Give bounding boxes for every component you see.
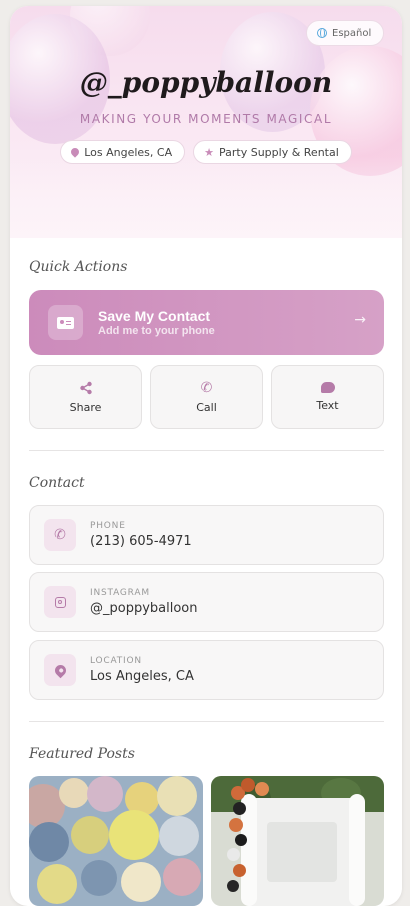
profile-tagline: MAKING YOUR MOMENTS MAGICAL bbox=[79, 112, 333, 126]
section-divider bbox=[29, 450, 384, 451]
phone-icon: ✆ bbox=[200, 379, 213, 396]
featured-post-thumbnail[interactable] bbox=[29, 776, 203, 906]
save-contact-icon-box bbox=[48, 305, 83, 340]
contact-phone-row[interactable]: ✆ PHONE (213) 605-4971 bbox=[29, 505, 384, 565]
location-pin-icon bbox=[69, 146, 81, 158]
phone-icon-box: ✆ bbox=[44, 519, 76, 551]
contact-value: Los Angeles, CA bbox=[90, 669, 194, 684]
globe-icon bbox=[317, 28, 327, 38]
contact-location-row[interactable]: LOCATION Los Angeles, CA bbox=[29, 640, 384, 700]
section-divider bbox=[29, 721, 384, 722]
save-contact-title: Save My Contact bbox=[98, 308, 211, 324]
share-label: Share bbox=[69, 400, 102, 414]
share-button[interactable]: Share bbox=[29, 365, 142, 429]
call-button[interactable]: ✆ Call bbox=[150, 365, 263, 429]
featured-posts-grid bbox=[29, 776, 384, 906]
language-label: Español bbox=[332, 27, 372, 39]
phone-icon: ✆ bbox=[54, 527, 66, 543]
arrow-right-icon: → bbox=[354, 312, 366, 328]
language-toggle-button[interactable]: Español bbox=[306, 20, 385, 46]
save-contact-button[interactable]: Save My Contact Add me to your phone → bbox=[29, 290, 384, 355]
star-icon: ★ bbox=[204, 145, 214, 159]
contact-label: INSTAGRAM bbox=[90, 588, 150, 598]
instagram-icon bbox=[54, 596, 66, 608]
profile-card: Español @_poppyballoon MAKING YOUR MOMEN… bbox=[10, 6, 402, 906]
contact-value: @_poppyballoon bbox=[90, 601, 198, 616]
call-label: Call bbox=[196, 400, 217, 414]
featured-posts-heading: Featured Posts bbox=[29, 746, 135, 762]
featured-post-thumbnail[interactable] bbox=[210, 776, 384, 906]
location-chip: Los Angeles, CA bbox=[60, 140, 186, 164]
save-contact-subtitle: Add me to your phone bbox=[98, 325, 215, 337]
contact-instagram-row[interactable]: INSTAGRAM @_poppyballoon bbox=[29, 572, 384, 632]
quick-actions-heading: Quick Actions bbox=[29, 259, 128, 275]
text-label: Text bbox=[316, 399, 339, 412]
contact-label: PHONE bbox=[90, 521, 126, 531]
location-icon-box bbox=[44, 654, 76, 686]
text-button[interactable]: Text bbox=[271, 365, 384, 429]
contact-heading: Contact bbox=[29, 475, 85, 491]
location-pin-icon bbox=[52, 662, 68, 678]
hero-fade bbox=[10, 156, 402, 238]
share-icon bbox=[79, 381, 92, 394]
hero-header: Español @_poppyballoon MAKING YOUR MOMEN… bbox=[10, 6, 402, 238]
profile-handle: @_poppyballoon bbox=[79, 66, 333, 99]
location-chip-label: Los Angeles, CA bbox=[84, 145, 173, 159]
profile-chips: Los Angeles, CA ★ Party Supply & Rental bbox=[10, 140, 402, 164]
contact-label: LOCATION bbox=[90, 656, 142, 666]
chat-bubble-icon bbox=[320, 382, 335, 393]
contact-value: (213) 605-4971 bbox=[90, 534, 192, 549]
instagram-icon-box bbox=[44, 586, 76, 618]
category-chip-label: Party Supply & Rental bbox=[219, 145, 339, 159]
quick-action-buttons: Share ✆ Call Text bbox=[29, 365, 384, 429]
category-chip: ★ Party Supply & Rental bbox=[193, 140, 352, 164]
contact-card-icon bbox=[57, 316, 74, 329]
